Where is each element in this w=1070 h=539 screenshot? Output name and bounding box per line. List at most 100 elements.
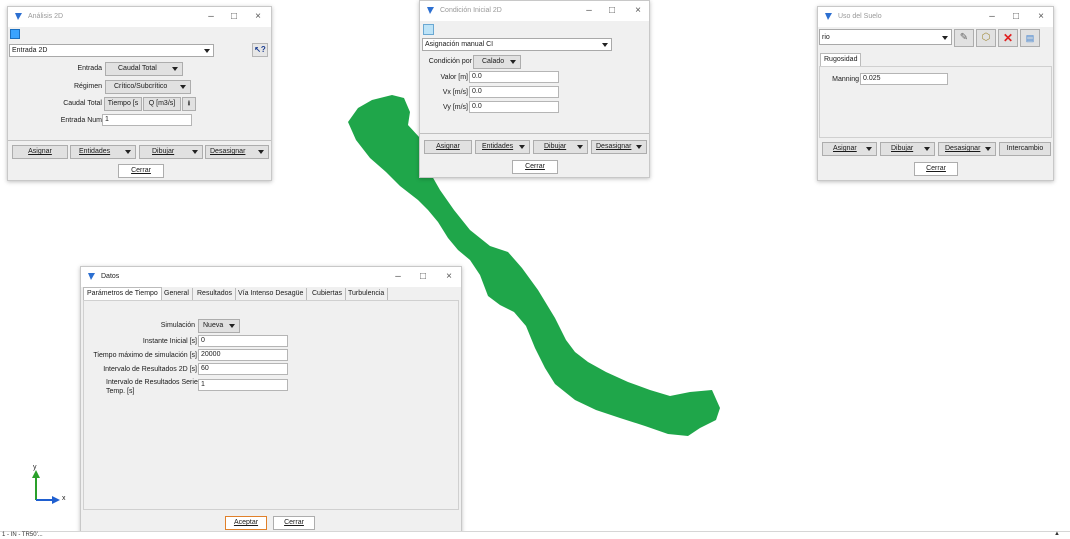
instante-label: Instante Inicial [s] <box>142 338 197 345</box>
dibujar-dropdown[interactable]: Dibujar <box>139 145 203 159</box>
valor-input[interactable]: 0.0 <box>469 71 559 83</box>
simulacion-dropdown[interactable]: Nueva <box>198 319 240 333</box>
maximize-icon[interactable]: □ <box>227 10 241 24</box>
y-axis-label: y <box>33 464 37 471</box>
cerrar-button[interactable]: Cerrar <box>118 164 164 178</box>
maximize-icon[interactable]: □ <box>416 270 430 284</box>
asignacion-combo[interactable]: Asignación manual CI <box>422 38 612 51</box>
tab-parametros-tiempo[interactable]: Parámetros de Tiempo <box>83 287 162 300</box>
app-icon <box>15 13 22 20</box>
scroll-up-icon[interactable]: ▲ <box>1054 531 1060 537</box>
vx-input[interactable]: 0.0 <box>469 86 559 98</box>
status-bar: 1 - IN - TR50'... ▲ <box>0 531 1070 539</box>
entrada-dropdown[interactable]: Caudal Total <box>105 62 183 76</box>
analisis-2d-window: Análisis 2D – □ × Entrada 2D ↖? Entrada … <box>7 6 272 181</box>
uso-title: Uso del Suelo <box>838 13 882 20</box>
minimize-icon[interactable]: – <box>582 4 596 18</box>
datos-titlebar: Datos – □ × <box>81 267 461 287</box>
tab-strip: Parámetros de Tiempo General Resultados … <box>83 287 459 301</box>
entrada-label: Entrada <box>77 65 102 72</box>
app-icon <box>88 273 95 280</box>
cerrar-button[interactable]: Cerrar <box>914 162 958 176</box>
intervalo-2d-label: Intervalo de Resultados 2D [s] <box>103 366 197 373</box>
condicion-dropdown[interactable]: Calado <box>473 55 521 69</box>
pencil-icon[interactable]: ✎ <box>954 29 974 47</box>
asignar-button[interactable]: Asignar <box>12 145 68 159</box>
entrada-num-input[interactable]: 1 <box>102 114 192 126</box>
intervalo-2d-input[interactable]: 60 <box>198 363 288 375</box>
regimen-dropdown[interactable]: Crítico/Subcrítico <box>105 80 191 94</box>
analisis-titlebar: Análisis 2D – □ × <box>8 7 271 27</box>
close-icon[interactable]: × <box>251 10 265 24</box>
close-icon[interactable]: × <box>442 270 456 284</box>
simulacion-label: Simulación <box>160 322 195 329</box>
valor-label: Valor [m] <box>440 74 469 81</box>
dibujar-dropdown[interactable]: Dibujar <box>880 142 935 156</box>
minimize-icon[interactable]: – <box>391 270 405 284</box>
uso-del-suelo-window: Uso del Suelo – □ × rio ✎ ⬡ ✕ ▤ Rugosida… <box>817 6 1054 181</box>
close-icon[interactable]: × <box>631 4 645 18</box>
tab-rugosidad[interactable]: Rugosidad <box>820 53 862 66</box>
x-axis-arrow <box>52 496 60 504</box>
eraser-icon[interactable]: ⬡ <box>976 29 996 47</box>
intervalo-series-label-2: Temp. [s] <box>106 388 135 395</box>
condicion-title: Condición Inicial 2D <box>440 7 502 14</box>
intercambio-button[interactable]: Intercambio <box>999 142 1051 156</box>
toolbar-icon[interactable] <box>10 29 20 39</box>
intervalo-series-label-1: Intervalo de Resultados Series <box>106 379 202 386</box>
parametros-panel: Simulación Nueva Instante Inicial [s] 0 … <box>83 300 459 510</box>
minimize-icon[interactable]: – <box>985 10 999 24</box>
datos-title: Datos <box>101 273 120 280</box>
tiempo-max-input[interactable]: 20000 <box>198 349 288 361</box>
entidades-dropdown[interactable]: Entidades <box>475 140 530 154</box>
manning-label: Manning <box>832 76 859 83</box>
entrada-num-label: Entrada Num <box>60 117 102 124</box>
desasignar-dropdown[interactable]: Desasignar <box>205 145 269 159</box>
help-icon[interactable]: ↖? <box>252 43 268 57</box>
minimize-icon[interactable]: – <box>204 10 218 24</box>
close-icon[interactable]: × <box>1034 10 1048 24</box>
vy-input[interactable]: 0.0 <box>469 101 559 113</box>
intervalo-series-input[interactable]: 1 <box>198 379 288 391</box>
aceptar-button[interactable]: Aceptar <box>225 516 267 530</box>
cerrar-button[interactable]: Cerrar <box>512 160 558 174</box>
entidades-dropdown[interactable]: Entidades <box>70 145 136 159</box>
uso-titlebar: Uso del Suelo – □ × <box>818 7 1053 27</box>
entrada-2d-combo[interactable]: Entrada 2D <box>9 44 214 57</box>
instante-input[interactable]: 0 <box>198 335 288 347</box>
import-icon[interactable]: ⭳ <box>182 97 196 111</box>
asignar-button[interactable]: Asignar <box>424 140 472 154</box>
asignar-dropdown[interactable]: Asignar <box>822 142 877 156</box>
datos-window: Datos – □ × Parámetros de Tiempo General… <box>80 266 462 534</box>
vx-label: Vx [m/s] <box>442 89 468 96</box>
table-icon[interactable]: ▤ <box>1020 29 1040 47</box>
desasignar-dropdown[interactable]: Desasignar <box>938 142 996 156</box>
maximize-icon[interactable]: □ <box>605 4 619 18</box>
regimen-label: Régimen <box>73 83 102 90</box>
uso-combo[interactable]: rio <box>819 29 952 45</box>
condicion-titlebar: Condición Inicial 2D – □ × <box>420 1 649 21</box>
tiempo-max-label: Tiempo máximo de simulación [s] <box>93 352 197 359</box>
divider <box>420 133 649 134</box>
toolbar-icon[interactable] <box>423 24 434 35</box>
condicion-inicial-window: Condición Inicial 2D – □ × Asignación ma… <box>419 0 650 178</box>
maximize-icon[interactable]: □ <box>1009 10 1023 24</box>
app-icon <box>825 13 832 20</box>
desasignar-dropdown[interactable]: Desasignar <box>591 140 647 154</box>
delete-icon[interactable]: ✕ <box>998 29 1018 47</box>
tiempo-button[interactable]: Tiempo [s <box>104 97 142 111</box>
y-axis-arrow <box>32 470 40 478</box>
dibujar-dropdown[interactable]: Dibujar <box>533 140 588 154</box>
divider <box>8 140 271 141</box>
q-button[interactable]: Q [m3/s] <box>143 97 181 111</box>
app-icon <box>427 7 434 14</box>
x-axis-label: x <box>62 495 66 502</box>
rugosidad-panel: Manning 0.025 <box>819 66 1052 138</box>
analisis-title: Análisis 2D <box>28 13 64 20</box>
caudal-label: Caudal Total <box>63 100 102 107</box>
cerrar-button[interactable]: Cerrar <box>273 516 315 530</box>
vy-label: Vy [m/s] <box>442 104 468 111</box>
manning-input[interactable]: 0.025 <box>860 73 948 85</box>
status-text: 1 - IN - TR50'... <box>2 532 43 538</box>
condicion-label: Condición por <box>428 58 472 65</box>
